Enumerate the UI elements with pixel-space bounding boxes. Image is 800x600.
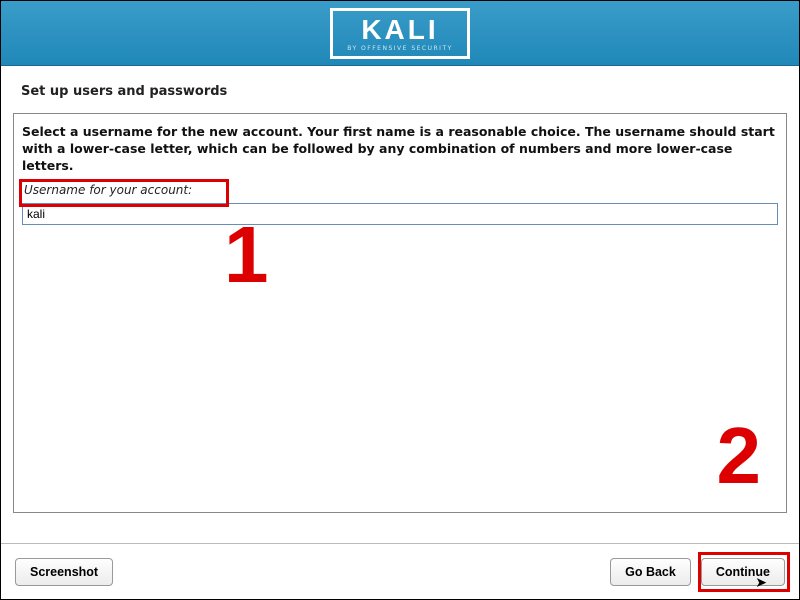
footer-bar: Screenshot Go Back Continue xyxy=(1,543,799,599)
continue-button[interactable]: Continue xyxy=(701,558,785,586)
header-banner: KALI BY OFFENSIVE SECURITY xyxy=(1,1,799,66)
content-frame: Select a username for the new account. Y… xyxy=(13,113,787,513)
annotation-number-1: 1 xyxy=(224,209,269,301)
username-input[interactable] xyxy=(22,203,778,225)
screenshot-button[interactable]: Screenshot xyxy=(15,558,113,586)
page-title: Set up users and passwords xyxy=(1,66,799,113)
username-label: Username for your account: xyxy=(24,183,778,197)
kali-logo: KALI BY OFFENSIVE SECURITY xyxy=(330,8,470,59)
go-back-button[interactable]: Go Back xyxy=(610,558,691,586)
annotation-number-2: 2 xyxy=(717,410,762,502)
instruction-text: Select a username for the new account. Y… xyxy=(22,124,778,175)
kali-logo-text: KALI xyxy=(347,16,453,44)
kali-logo-subtitle: BY OFFENSIVE SECURITY xyxy=(347,46,453,52)
